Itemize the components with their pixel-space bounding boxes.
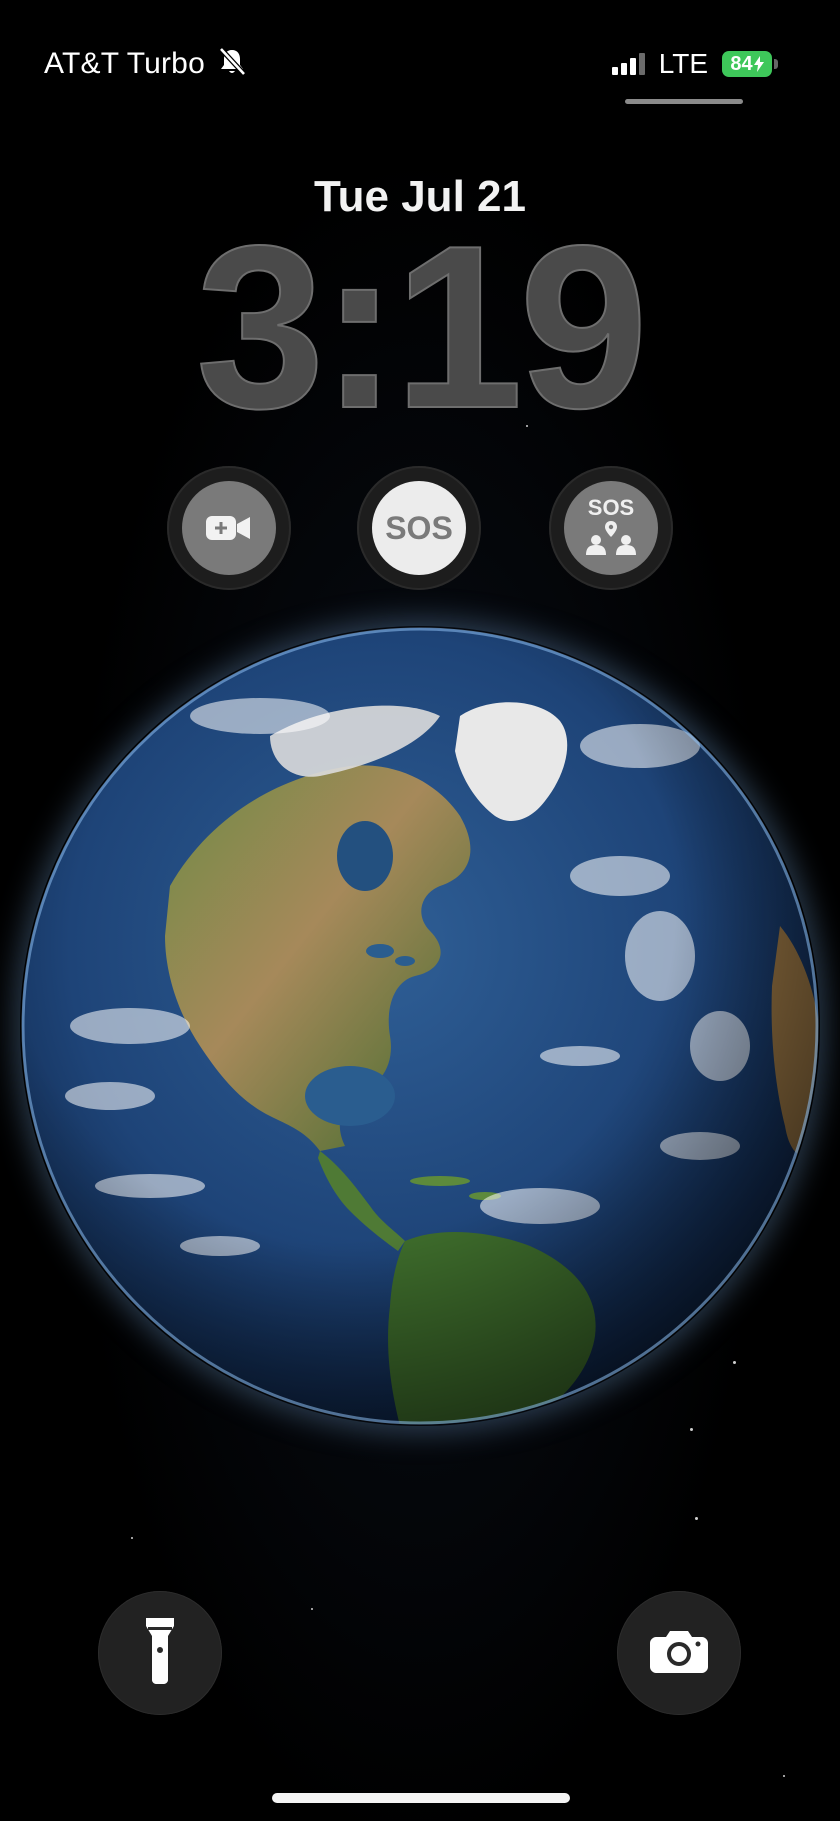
network-type: LTE — [658, 48, 708, 79]
star — [783, 1775, 785, 1777]
facetime-widget[interactable] — [167, 466, 291, 590]
camera-button[interactable] — [617, 1591, 741, 1715]
battery-indicator: 84 — [722, 51, 778, 77]
control-center-grabber[interactable] — [625, 99, 743, 104]
sos-contacts-label: SOS — [587, 494, 635, 520]
status-bar-right: LTE 84 — [611, 44, 778, 84]
bolt-icon — [753, 56, 764, 72]
status-bar-left: AT&T Turbo — [44, 44, 247, 84]
star — [311, 1608, 313, 1610]
sos-contacts-widget[interactable]: SOS — [549, 466, 673, 590]
flashlight-button[interactable] — [98, 1591, 222, 1715]
flashlight-icon — [144, 1617, 176, 1689]
video-plus-icon — [182, 481, 276, 575]
location-people-icon — [584, 520, 638, 560]
star — [733, 1361, 736, 1364]
lock-time: 3:19 — [195, 198, 649, 457]
battery-level: 84 — [730, 52, 753, 75]
star — [526, 425, 528, 427]
star — [131, 1537, 133, 1539]
star — [695, 1517, 698, 1520]
star — [690, 1428, 693, 1431]
lock-screen: AT&T Turbo LTE 84 Tue Jul 21 3:19 SOS SO… — [0, 0, 840, 1821]
emergency-sos-widget[interactable]: SOS — [357, 466, 481, 590]
carrier-name: AT&T Turbo — [44, 47, 205, 80]
home-indicator[interactable] — [272, 1793, 570, 1803]
camera-icon — [650, 1629, 708, 1678]
lock-screen-widgets: SOS SOS — [0, 466, 840, 590]
bell-slash-icon — [217, 46, 247, 83]
sos-label: SOS — [385, 509, 453, 546]
earth-wallpaper — [20, 626, 820, 1426]
cellular-signal-icon — [611, 53, 645, 75]
